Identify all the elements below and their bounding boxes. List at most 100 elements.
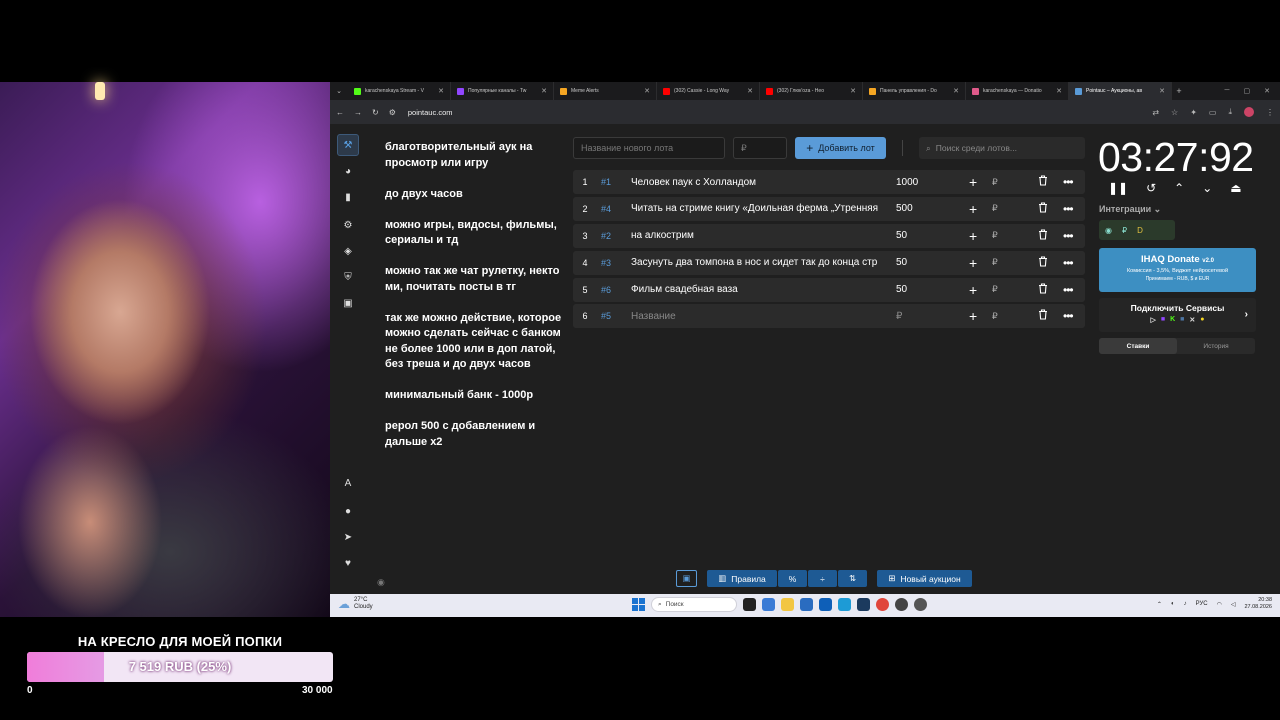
lot-search-input[interactable]: ⌕ Поиск среди лотов... [919,137,1085,159]
forward-icon[interactable]: → [354,108,362,117]
sidebar-shield-icon[interactable]: ⛨ [337,266,359,288]
ruble-input[interactable]: ₽ [992,230,998,241]
tab-close-icon[interactable]: ✕ [850,87,856,95]
sidebar-translate-icon[interactable]: A [337,472,359,494]
sidebar-stats-icon[interactable]: ▮ [337,186,359,208]
profile-avatar[interactable] [1244,107,1254,117]
weather-widget[interactable]: ☁ 27°C Cloudy [338,597,373,611]
browser-tab[interactable]: Популярные каналы - Tw ✕ [451,82,554,100]
add-bid-icon[interactable]: + [969,201,977,217]
tab-search-icon[interactable]: ⌄ [330,87,348,95]
volume-icon[interactable]: ◁ [1231,601,1236,608]
tab-history[interactable]: История [1177,338,1255,354]
tab-close-icon[interactable]: ✕ [541,87,547,95]
tray-chevron-icon[interactable]: ⌃ [1157,601,1162,608]
browser-tab[interactable]: Pointauc – Аукционы, ав ✕ [1069,82,1172,100]
sidebar-wheel-icon[interactable]: ◕ [337,160,359,182]
wifi-icon[interactable]: ◠ [1217,601,1222,608]
delete-icon[interactable] [1038,309,1048,323]
taskbar-search[interactable]: ⌕ Поиск [651,597,737,612]
tab-close-icon[interactable]: ✕ [644,87,650,95]
store-icon[interactable] [800,598,813,611]
new-tab-button[interactable]: + [1172,86,1186,96]
app-icon[interactable] [914,598,927,611]
back-icon[interactable]: ← [336,108,344,117]
maximize-icon[interactable]: ▢ [1244,87,1251,95]
tab-close-icon[interactable]: ✕ [953,87,959,95]
more-options-icon[interactable]: ••• [1063,202,1074,216]
browser-tab[interactable]: (302) Cassie - Long Way ✕ [657,82,760,100]
integrations-toggle[interactable]: Интеграции ⌄ [1099,204,1161,215]
integration-ruble-chip[interactable]: ₽ [1122,226,1127,235]
ruble-input[interactable]: ₽ [992,203,998,214]
lot-name[interactable]: Читать на стриме книгу «Доильная ферма „… [631,203,889,214]
browser-tab[interactable]: Панель управления - Do ✕ [863,82,966,100]
new-lot-name-input[interactable]: Название нового лота [573,137,725,159]
ruble-input[interactable]: ₽ [992,177,998,188]
timer-down-icon[interactable]: ⌄ [1202,181,1212,195]
delete-icon[interactable] [1038,256,1048,270]
outlook-icon[interactable] [819,598,832,611]
minimize-icon[interactable]: ─ [1225,87,1230,95]
download-icon[interactable]: ⤓ [1228,107,1232,117]
steam-icon[interactable] [857,598,870,611]
widgets-icon[interactable] [762,598,775,611]
browser-tab[interactable]: karachenskaya — Donatio ✕ [966,82,1069,100]
pause-icon[interactable]: ❚❚ [1108,181,1128,195]
browser-tab[interactable]: karachenskaya Stream - V ✕ [348,82,451,100]
sidebar-telegram-icon[interactable]: ➤ [337,526,359,548]
timer-eject-icon[interactable]: ⏏ [1230,181,1241,195]
more-options-icon[interactable]: ••• [1063,229,1074,243]
integration-donatepay-chip[interactable]: D [1137,226,1143,235]
close-window-icon[interactable]: ✕ [1264,87,1270,95]
tab-layout-icon[interactable]: ▭ [1209,108,1217,117]
ruble-input[interactable]: ₽ [992,311,998,322]
add-bid-icon[interactable]: + [969,174,977,190]
delete-icon[interactable] [1038,175,1048,189]
ruble-input[interactable]: ₽ [992,257,998,268]
bookmark-star-icon[interactable]: ☆ [1171,108,1178,117]
windows-start-icon[interactable] [632,598,645,611]
delete-icon[interactable] [1038,283,1048,297]
new-lot-price-input[interactable]: ₽ [733,137,787,159]
timer-up-icon[interactable]: ⌃ [1174,181,1184,195]
divide-button[interactable]: ÷ [808,570,837,587]
save-icon[interactable]: ▣ [676,570,697,587]
tab-close-icon[interactable]: ✕ [747,87,753,95]
add-bid-icon[interactable]: + [969,308,977,324]
browser-menu-icon[interactable]: ⋮ [1266,108,1274,117]
lot-name[interactable]: Название [631,311,889,322]
more-options-icon[interactable]: ••• [1063,283,1074,297]
site-info-icon[interactable]: ⚙ [389,108,396,117]
ruble-input[interactable]: ₽ [992,284,998,295]
add-lot-button[interactable]: + Добавить лот [795,137,886,159]
extensions-icon[interactable]: ✦ [1190,108,1197,117]
file-explorer-icon[interactable] [781,598,794,611]
tray-lang[interactable]: РУС [1196,601,1208,607]
lot-name[interactable]: Человек паук с Холландом [631,177,889,188]
connect-services-card[interactable]: Подключить Сервисы ▷ ■ K ■ ✕ ● › [1099,298,1256,332]
sort-button[interactable]: ⇅ [838,570,867,587]
edge-icon[interactable] [838,598,851,611]
new-auction-button[interactable]: ⊞ Новый аукцион [877,570,972,587]
add-bid-icon[interactable]: + [969,255,977,271]
delete-icon[interactable] [1038,202,1048,216]
task-view-icon[interactable] [743,598,756,611]
browser-tab[interactable]: Meme Alerts ✕ [554,82,657,100]
sidebar-github-icon[interactable]: ● [337,500,359,522]
reset-timer-icon[interactable]: ↺ [1146,181,1156,195]
clock[interactable]: 20:38 27.08.2026 [1244,597,1272,611]
sidebar-donate-icon[interactable]: ♥ [337,552,359,574]
reload-icon[interactable]: ↻ [372,108,379,117]
obs-icon[interactable] [895,598,908,611]
more-options-icon[interactable]: ••• [1063,175,1074,189]
tab-close-icon[interactable]: ✕ [1056,87,1062,95]
tab-close-icon[interactable]: ✕ [438,87,444,95]
sidebar-media-icon[interactable]: ▣ [337,292,359,314]
add-bid-icon[interactable]: + [969,282,977,298]
tab-close-icon[interactable]: ✕ [1159,87,1165,95]
more-options-icon[interactable]: ••• [1063,256,1074,270]
lot-name[interactable]: Засунуть два томпона в нос и сидет так д… [631,257,889,268]
tab-bets[interactable]: Ставки [1099,338,1177,354]
add-bid-icon[interactable]: + [969,228,977,244]
